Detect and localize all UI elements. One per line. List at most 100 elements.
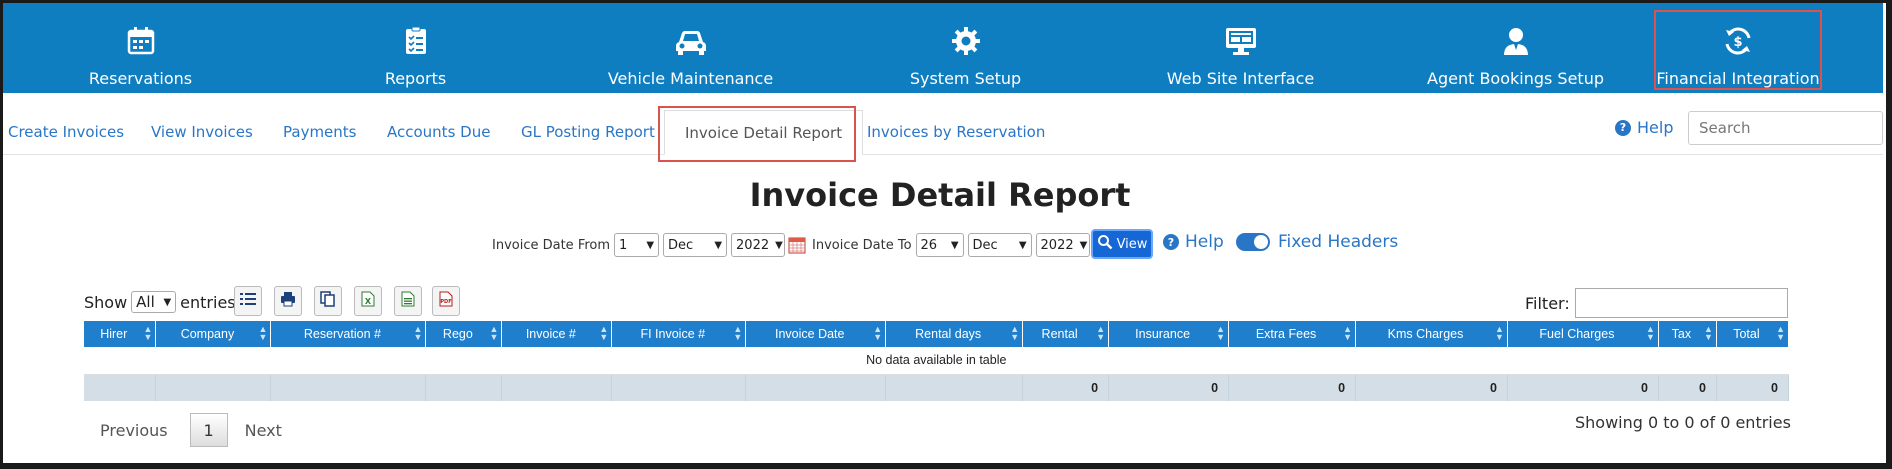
svg-text:PDF: PDF xyxy=(440,299,451,305)
nav-system-setup[interactable]: System Setup xyxy=(828,3,1103,93)
page-title: Invoice Detail Report xyxy=(749,176,1131,214)
nav-reports[interactable]: Reports xyxy=(278,3,553,93)
sort-icon: ▲ ▼ xyxy=(873,324,883,342)
sort-icon: ▲ ▼ xyxy=(1776,324,1785,342)
nav-label: Reports xyxy=(384,69,447,88)
total-cell xyxy=(885,374,1024,401)
entries-label: entries xyxy=(180,292,236,312)
total-cell xyxy=(501,374,613,401)
fixed-headers-toggle[interactable]: Fixed Headers xyxy=(1236,232,1398,252)
sort-icon: ▲ ▼ xyxy=(1343,324,1353,342)
col-company[interactable]: Company ▲ ▼ xyxy=(155,321,272,347)
total-cell xyxy=(611,374,747,401)
to-month-select[interactable]: Dec ▼ xyxy=(967,233,1032,257)
chevron-down-icon: ▼ xyxy=(1018,239,1027,251)
sort-icon: ▲ ▼ xyxy=(1216,324,1226,342)
sort-icon: ▲ ▼ xyxy=(143,324,153,342)
previous-button[interactable]: Previous xyxy=(100,421,168,440)
col-hirer[interactable]: Hirer ▲ ▼ xyxy=(84,321,157,347)
col-total[interactable]: Total ▲ ▼ xyxy=(1716,321,1790,347)
tab-payments[interactable]: Payments xyxy=(283,123,356,141)
tab-create-invoices[interactable]: Create Invoices xyxy=(8,123,124,141)
col-rental[interactable]: Rental ▲ ▼ xyxy=(1022,321,1110,347)
chevron-down-icon: ▼ xyxy=(714,239,723,251)
col-reservation[interactable]: Reservation # ▲ ▼ xyxy=(270,321,427,347)
nav-agent-bookings-setup[interactable]: Agent Bookings Setup xyxy=(1378,3,1653,93)
next-button[interactable]: Next xyxy=(245,421,282,440)
col-fuel-charges[interactable]: Fuel Charges ▲ ▼ xyxy=(1507,321,1659,347)
date-filters: Invoice Date From 1 ▼ Dec ▼ 2022 ▼ Invoice … xyxy=(492,233,1111,257)
to-year-select[interactable]: 2022 ▼ xyxy=(1035,233,1090,257)
print-icon xyxy=(280,291,296,312)
view-label: View xyxy=(1116,236,1148,252)
col-rego[interactable]: Rego ▲ ▼ xyxy=(425,321,503,347)
sort-icon: ▲ ▼ xyxy=(258,324,268,342)
col-fi-invoice[interactable]: FI Invoice # ▲ ▼ xyxy=(611,321,747,347)
col-rental-days[interactable]: Rental days ▲ ▼ xyxy=(885,321,1024,347)
table-info: Showing 0 to 0 of 0 entries xyxy=(1575,413,1791,432)
filter-input[interactable] xyxy=(1575,288,1788,318)
help-link-top[interactable]: ? Help xyxy=(1615,118,1673,137)
help-link[interactable]: ? Help xyxy=(1163,232,1224,252)
total-cell xyxy=(84,374,157,401)
tab-view-invoices[interactable]: View Invoices xyxy=(151,123,253,141)
pdf-icon: PDF xyxy=(439,291,453,312)
list-icon xyxy=(240,292,256,311)
total-rental: 0 xyxy=(1022,374,1110,401)
page-1-button[interactable]: 1 xyxy=(189,413,228,447)
csv-icon xyxy=(401,291,415,312)
nav-vehicle-maintenance[interactable]: Vehicle Maintenance xyxy=(553,3,828,93)
tab-invoices-by-reservation[interactable]: Invoices by Reservation xyxy=(867,123,1045,141)
from-day-select[interactable]: 1 ▼ xyxy=(614,233,660,257)
col-invoice-date[interactable]: Invoice Date ▲ ▼ xyxy=(745,321,887,347)
toggle-switch[interactable] xyxy=(1236,233,1270,251)
total-cell xyxy=(270,374,427,401)
from-month-select[interactable]: Dec ▼ xyxy=(663,233,728,257)
tab-gl-posting-report[interactable]: GL Posting Report xyxy=(521,123,655,141)
col-insurance[interactable]: Insurance ▲ ▼ xyxy=(1108,321,1230,347)
calendar-icon[interactable] xyxy=(788,236,806,254)
sort-icon: ▲ ▼ xyxy=(1703,324,1713,342)
total-extra-fees: 0 xyxy=(1228,374,1357,401)
nav-label: Vehicle Maintenance xyxy=(607,69,774,88)
empty-message: No data available in table xyxy=(84,347,1789,375)
search-input[interactable] xyxy=(1688,111,1883,145)
empty-row: No data available in table xyxy=(84,347,1789,375)
nav-label: Reservations xyxy=(88,69,193,88)
nav-reservations[interactable]: Reservations xyxy=(3,3,278,93)
nav-financial-integration[interactable]: $ Financial Integration xyxy=(1653,9,1823,91)
print-button[interactable] xyxy=(274,286,302,316)
monitor-icon xyxy=(1223,23,1259,59)
excel-export-button[interactable]: X xyxy=(354,286,382,316)
entries-select[interactable]: All ▼ xyxy=(131,291,177,313)
sort-icon: ▲ ▼ xyxy=(1495,324,1504,342)
sort-icon: ▲ ▼ xyxy=(413,324,423,342)
svg-text:$: $ xyxy=(1733,35,1742,50)
column-list-button[interactable] xyxy=(234,286,262,316)
sort-icon: ▲ ▼ xyxy=(489,324,499,342)
to-label: Invoice Date To xyxy=(812,237,912,253)
col-tax[interactable]: Tax ▲ ▼ xyxy=(1658,321,1717,347)
tab-accounts-due[interactable]: Accounts Due xyxy=(387,123,490,141)
col-kms-charges[interactable]: Kms Charges ▲ ▼ xyxy=(1355,321,1508,347)
clipboard-list-icon xyxy=(398,23,434,59)
total-fuel-charges: 0 xyxy=(1507,374,1659,401)
nav-web-site-interface[interactable]: Web Site Interface xyxy=(1103,3,1378,93)
chevron-down-icon: ▼ xyxy=(646,239,655,251)
from-year-select[interactable]: 2022 ▼ xyxy=(731,233,786,257)
total-total: 0 xyxy=(1716,374,1790,401)
to-day-select[interactable]: 26 ▼ xyxy=(915,233,964,257)
sort-icon: ▲ ▼ xyxy=(599,324,609,342)
total-cell xyxy=(745,374,887,401)
help-label: Help xyxy=(1185,232,1224,252)
nav-label: Web Site Interface xyxy=(1166,69,1315,88)
copy-button[interactable] xyxy=(314,286,342,316)
pdf-export-button[interactable]: PDF xyxy=(432,286,460,316)
col-invoice[interactable]: Invoice # ▲ ▼ xyxy=(501,321,613,347)
view-button[interactable]: View xyxy=(1091,229,1153,259)
sort-icon: ▲ ▼ xyxy=(1010,324,1020,342)
col-extra-fees[interactable]: Extra Fees ▲ ▼ xyxy=(1228,321,1357,347)
excel-icon: X xyxy=(361,291,375,312)
car-icon xyxy=(673,23,709,59)
csv-export-button[interactable] xyxy=(394,286,422,316)
